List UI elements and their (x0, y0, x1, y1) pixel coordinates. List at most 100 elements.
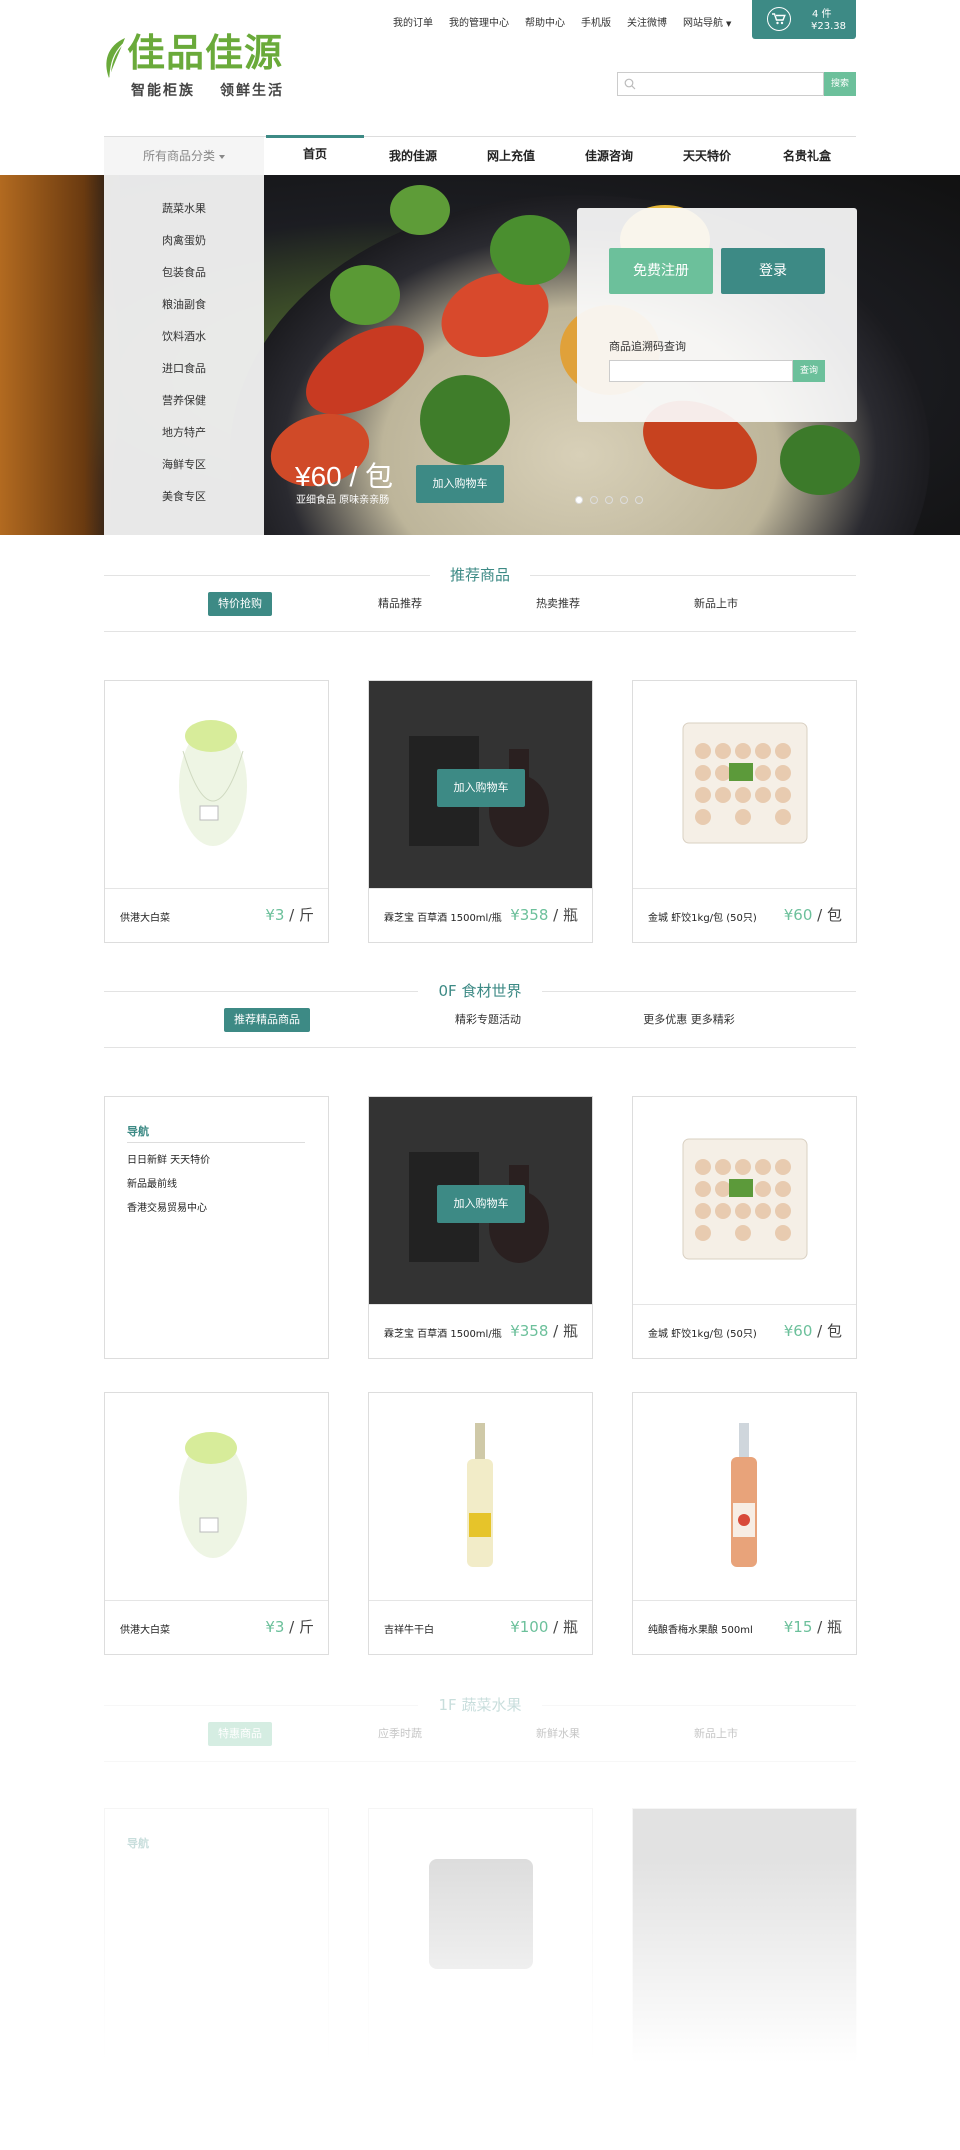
price-value: ¥60 (783, 906, 813, 924)
veg (330, 265, 400, 325)
search-icon (624, 78, 636, 90)
search-button[interactable]: 搜索 (824, 72, 856, 96)
carousel-dot[interactable] (620, 496, 628, 504)
cart-icon (767, 7, 791, 31)
nav-item-my-jiayuan[interactable]: 我的佳源 (364, 137, 462, 175)
floor-nav-item[interactable]: 新品最前线 (127, 1175, 177, 1190)
logo-text[interactable]: 佳品佳源 (127, 34, 283, 72)
side-menu-item-gourmet[interactable]: 美食专区 (104, 481, 264, 513)
search-input[interactable] (642, 75, 820, 93)
section-title-recommend: 推荐商品 (430, 564, 530, 586)
tab-seasonal-veg[interactable]: 应季时蔬 (356, 1722, 444, 1746)
promo-add-to-cart-button[interactable]: 加入购物车 (416, 465, 504, 503)
veg (490, 215, 570, 285)
side-menu-item-meat-egg[interactable]: 肉禽蛋奶 (104, 225, 264, 257)
login-button[interactable]: 登录 (721, 248, 825, 294)
price-value: ¥60 (783, 1322, 813, 1340)
product-price: ¥100 / 瓶 (510, 1616, 578, 1637)
tab-discount[interactable]: 特惠商品 (208, 1722, 272, 1746)
top-link-mobile[interactable]: 手机版 (581, 14, 611, 29)
tab-fresh-fruit[interactable]: 新鲜水果 (514, 1722, 602, 1746)
trace-query-button[interactable]: 查询 (793, 360, 825, 382)
side-menu-item-health[interactable]: 营养保健 (104, 385, 264, 417)
tab-hot[interactable]: 热卖推荐 (514, 592, 602, 616)
product-price: ¥358 / 瓶 (510, 1320, 578, 1341)
nav-item-recharge[interactable]: 网上充值 (462, 137, 560, 175)
product-card[interactable]: 金城 虾饺1kg/包 (50只) ¥60 / 包 (632, 1096, 857, 1359)
product-image-plum-wine (633, 1393, 856, 1600)
tab-special-offer[interactable]: 特价抢购 (208, 592, 272, 616)
chevron-down-icon: ▼ (726, 20, 732, 28)
product-image-cabbage (105, 681, 328, 888)
side-menu-item-imported[interactable]: 进口食品 (104, 353, 264, 385)
carousel-dot[interactable] (605, 496, 613, 504)
chevron-down-icon (219, 154, 225, 159)
carousel-dot[interactable] (575, 496, 583, 504)
top-link-weibo[interactable]: 关注微博 (627, 14, 667, 29)
product-price: ¥358 / 瓶 (510, 904, 578, 925)
product-image-cabbage (105, 1393, 328, 1600)
product-card[interactable]: 供港大白菜 ¥3 / 斤 (104, 1392, 329, 1655)
product-card[interactable]: 加入购物车 霖芝宝 百草酒 1500ml/瓶 ¥358 / 瓶 (368, 1096, 593, 1359)
side-menu-item-local[interactable]: 地方特产 (104, 417, 264, 449)
price-unit: / 瓶 (548, 1322, 578, 1340)
price-value: ¥3 (265, 1618, 285, 1636)
nav-item-daily-deals[interactable]: 天天特价 (658, 137, 756, 175)
side-menu-item-seafood[interactable]: 海鲜专区 (104, 449, 264, 481)
tab-recommended-goods[interactable]: 推荐精品商品 (224, 1008, 310, 1032)
add-to-cart-button[interactable]: 加入购物车 (437, 1185, 525, 1223)
side-menu-item-grain-oil[interactable]: 粮油副食 (104, 289, 264, 321)
top-link-sitenav[interactable]: 网站导航 ▼ (683, 14, 731, 29)
tab-featured[interactable]: 精品推荐 (356, 592, 444, 616)
banner-glow (0, 175, 120, 535)
tab-new-arrivals[interactable]: 新品上市 (672, 1722, 760, 1746)
fade-overlay (0, 1860, 960, 2150)
side-menu-item-veg-fruit[interactable]: 蔬菜水果 (104, 193, 264, 225)
product-name: 吉祥牛干白 (384, 1625, 434, 1636)
product-card[interactable]: 加入购物车 霖芝宝 百草酒 1500ml/瓶 ¥358 / 瓶 (368, 680, 593, 943)
trace-code-input[interactable] (609, 360, 793, 382)
tab-new[interactable]: 新品上市 (672, 592, 760, 616)
login-panel: 免费注册 登录 商品追溯码查询 查询 (577, 208, 857, 422)
cart-count: 4 件 (812, 9, 832, 20)
floor-nav-title: 导航 (127, 1125, 149, 1138)
veg (780, 425, 860, 495)
product-card[interactable]: 供港大白菜 ¥3 / 斤 (104, 680, 329, 943)
section-divider (104, 1761, 856, 1762)
product-image-shrimp-dumplings (633, 1097, 856, 1304)
product-name: 纯酿香梅水果酿 500ml (648, 1625, 753, 1636)
product-card[interactable]: 纯酿香梅水果酿 500ml ¥15 / 瓶 (632, 1392, 857, 1655)
leaf-logo-icon (106, 38, 125, 78)
price-unit: / 瓶 (548, 906, 578, 924)
floor-nav-item[interactable]: 香港交易贸易中心 (127, 1199, 207, 1214)
product-name: 金城 虾饺1kg/包 (50只) (648, 1329, 757, 1340)
top-link-help[interactable]: 帮助中心 (525, 14, 565, 29)
sitenav-label: 网站导航 (683, 18, 723, 29)
product-name: 霖芝宝 百草酒 1500ml/瓶 (384, 913, 502, 924)
product-name: 霖芝宝 百草酒 1500ml/瓶 (384, 1329, 502, 1340)
floor-nav-item[interactable]: 日日新鲜 天天特价 (127, 1151, 210, 1166)
section-divider (104, 631, 856, 632)
register-button[interactable]: 免费注册 (609, 248, 713, 294)
add-to-cart-button[interactable]: 加入购物车 (437, 769, 525, 807)
side-menu-item-packaged[interactable]: 包装食品 (104, 257, 264, 289)
nav-item-gift-box[interactable]: 名贵礼盒 (758, 137, 856, 175)
side-menu-item-drinks[interactable]: 饮料酒水 (104, 321, 264, 353)
product-card[interactable]: 金城 虾饺1kg/包 (50只) ¥60 / 包 (632, 680, 857, 943)
top-link-orders[interactable]: 我的订单 (393, 14, 433, 29)
product-card[interactable]: 吉祥牛干白 ¥100 / 瓶 (368, 1392, 593, 1655)
price-value: ¥15 (783, 1618, 813, 1636)
category-dropdown[interactable]: 所有商品分类 (104, 137, 264, 175)
product-price: ¥60 / 包 (784, 1320, 842, 1341)
tab-more-offers[interactable]: 更多优惠 更多精彩 (638, 1008, 740, 1032)
tab-special-topics[interactable]: 精彩专题活动 (440, 1008, 536, 1032)
product-image-white-wine (369, 1393, 592, 1600)
nav-item-home[interactable]: 首页 (266, 135, 364, 173)
carousel-dot[interactable] (635, 496, 643, 504)
section-title-floor0: 0F 食材世界 (418, 980, 542, 1002)
carousel-dot[interactable] (590, 496, 598, 504)
top-link-admin[interactable]: 我的管理中心 (449, 14, 509, 29)
nav-item-consult[interactable]: 佳源咨询 (560, 137, 658, 175)
price-value: ¥100 (510, 1618, 549, 1636)
cart-button[interactable]: 4 件 ¥23.38 (752, 0, 856, 39)
